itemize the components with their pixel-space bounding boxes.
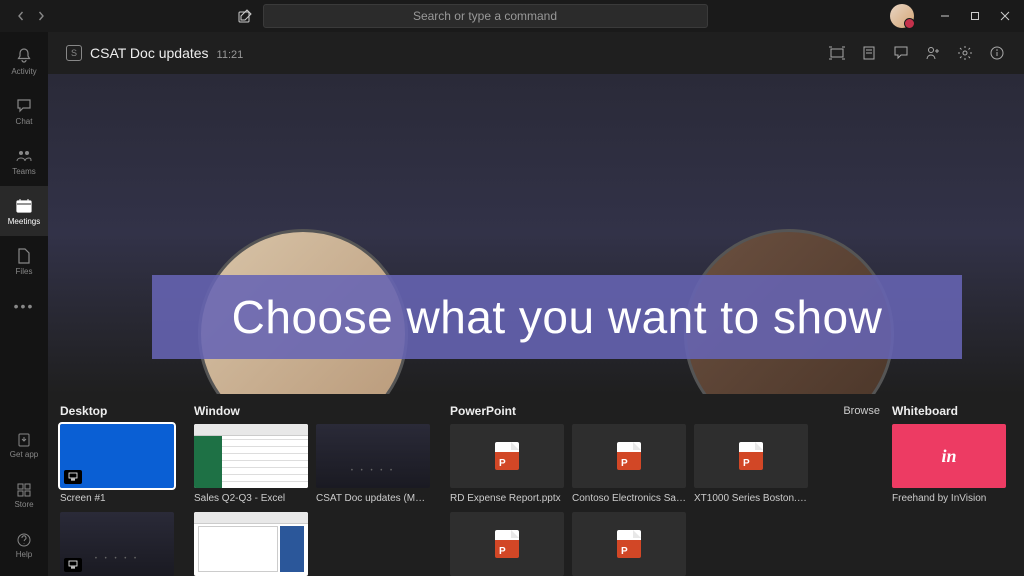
rail-store[interactable]: Store [0, 470, 48, 520]
invision-icon: in [941, 446, 956, 467]
section-header: Desktop [60, 404, 182, 418]
rail-label: Store [14, 500, 33, 509]
tile-label: Screen #1 [60, 493, 174, 504]
minimize-button[interactable] [930, 1, 960, 31]
nav-forward-button[interactable] [32, 7, 50, 25]
tile-label: RD Expense Report.pptx [450, 493, 564, 504]
ppt-thumbnail [694, 424, 808, 488]
nav-back-button[interactable] [12, 7, 30, 25]
compose-button[interactable] [233, 4, 257, 28]
ppt-thumbnail [572, 512, 686, 576]
share-ppt-tile[interactable]: Proposed Litware Agree... [450, 512, 564, 576]
maximize-button[interactable] [960, 1, 990, 31]
window-thumbnail [194, 424, 308, 488]
rail-get-app[interactable]: Get app [0, 420, 48, 470]
powerpoint-icon [617, 530, 641, 558]
window-thumbnail [316, 424, 430, 488]
rail-teams[interactable]: Teams [0, 136, 48, 186]
screen-thumbnail [60, 424, 174, 488]
monitor-icon [64, 470, 82, 484]
share-screen-tile[interactable]: Screen #1 [60, 424, 174, 504]
section-powerpoint: PowerPointBrowse RD Expense Report.pptx … [450, 404, 880, 576]
share-ppt-tile[interactable]: November-December Ad... [572, 512, 686, 576]
share-window-tile[interactable]: CSATGoals Q2-Q3 - Word [194, 512, 308, 576]
teams-icon [15, 147, 33, 165]
help-icon [16, 532, 32, 548]
section-window: Window Sales Q2-Q3 - Excel CSAT Doc upda… [194, 404, 438, 576]
tile-label: Freehand by InVision [892, 493, 1006, 504]
meeting-title: CSAT Doc updates [90, 45, 209, 61]
rail-activity[interactable]: Activity [0, 36, 48, 86]
share-tray: Desktop Screen #1 Screen #2 [48, 394, 1024, 576]
rail-files[interactable]: Files [0, 236, 48, 286]
powerpoint-icon [739, 442, 763, 470]
section-header: Window [194, 404, 438, 418]
monitor-icon [64, 558, 82, 572]
focus-button[interactable] [828, 44, 846, 62]
section-whiteboard: Whiteboard in Freehand by InVision [892, 404, 1012, 504]
files-icon [15, 247, 33, 265]
main-content: S CSAT Doc updates 11:21 Choose what you… [48, 32, 1024, 576]
profile-avatar[interactable] [890, 4, 914, 28]
titlebar: Search or type a command [0, 0, 1024, 32]
download-icon [16, 432, 32, 448]
powerpoint-icon [495, 530, 519, 558]
meeting-time: 11:21 [217, 49, 244, 61]
search-input[interactable]: Search or type a command [263, 4, 708, 28]
whiteboard-thumbnail: in [892, 424, 1006, 488]
search-placeholder: Search or type a command [413, 9, 557, 23]
conversation-button[interactable] [892, 44, 910, 62]
app-rail: Activity Chat Teams Meetings Files [0, 32, 48, 576]
share-ppt-tile[interactable]: XT1000 Series Boston.pptx [694, 424, 808, 504]
share-ppt-tile[interactable]: Contoso Electronics Sales... [572, 424, 686, 504]
ppt-thumbnail [572, 424, 686, 488]
powerpoint-icon [495, 442, 519, 470]
overlay-text: Choose what you want to show [232, 290, 883, 344]
tile-label: CSAT Doc updates (Meeti... [316, 493, 430, 504]
screen-thumbnail [60, 512, 174, 576]
rail-more-button[interactable]: ••• [0, 286, 48, 326]
bell-icon [15, 47, 33, 65]
info-button[interactable] [988, 44, 1006, 62]
rail-meetings[interactable]: Meetings [0, 186, 48, 236]
tile-label: XT1000 Series Boston.pptx [694, 493, 808, 504]
notes-button[interactable] [860, 44, 878, 62]
ppt-thumbnail [450, 512, 564, 576]
section-header: PowerPoint [450, 404, 516, 418]
browse-button[interactable]: Browse [843, 405, 880, 417]
channel-prefix-icon: S [66, 45, 82, 61]
rail-chat[interactable]: Chat [0, 86, 48, 136]
meeting-header: S CSAT Doc updates 11:21 [48, 32, 1024, 74]
share-window-tile[interactable]: CSAT Doc updates (Meeti... [316, 424, 430, 504]
rail-label: Get app [10, 450, 38, 459]
share-ppt-tile[interactable]: RD Expense Report.pptx [450, 424, 564, 504]
tile-label: Sales Q2-Q3 - Excel [194, 493, 308, 504]
store-icon [16, 482, 32, 498]
rail-label: Files [16, 267, 33, 276]
ppt-thumbnail [450, 424, 564, 488]
calendar-icon [15, 197, 33, 215]
add-people-button[interactable] [924, 44, 942, 62]
chat-icon [15, 97, 33, 115]
rail-label: Help [16, 550, 32, 559]
close-button[interactable] [990, 1, 1020, 31]
rail-help[interactable]: Help [0, 520, 48, 570]
rail-label: Activity [11, 67, 36, 76]
meeting-stage: Choose what you want to show [48, 74, 1024, 394]
tile-label: Contoso Electronics Sales... [572, 493, 686, 504]
rail-label: Teams [12, 167, 36, 176]
settings-button[interactable] [956, 44, 974, 62]
rail-label: Meetings [8, 217, 40, 226]
share-overlay-banner: Choose what you want to show [152, 275, 962, 359]
share-window-tile[interactable]: Sales Q2-Q3 - Excel [194, 424, 308, 504]
section-desktop: Desktop Screen #1 Screen #2 [60, 404, 182, 576]
section-header: Whiteboard [892, 404, 1012, 418]
window-thumbnail [194, 512, 308, 576]
rail-label: Chat [16, 117, 33, 126]
share-whiteboard-tile[interactable]: in Freehand by InVision [892, 424, 1006, 504]
share-screen-tile[interactable]: Screen #2 [60, 512, 174, 576]
powerpoint-icon [617, 442, 641, 470]
